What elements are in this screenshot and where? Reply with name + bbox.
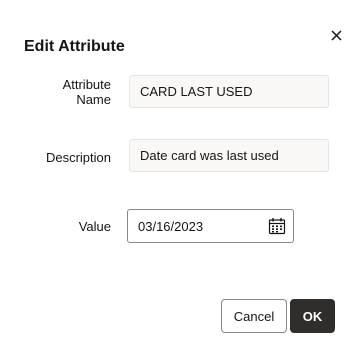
attribute-name-label-line2: Name (76, 92, 111, 107)
dialog-title: Edit Attribute (24, 38, 125, 55)
cancel-button[interactable]: Cancel (221, 299, 287, 333)
calendar-button[interactable] (268, 217, 286, 235)
value-date-field (127, 209, 294, 243)
description-label: Description (45, 150, 111, 165)
attribute-name-label-line1: Attribute (62, 77, 111, 92)
attribute-name-label: Attribute Name (63, 77, 111, 107)
calendar-icon (268, 218, 286, 235)
edit-attribute-dialog: Edit Attribute Attribute Name CARD LAST … (0, 0, 359, 358)
description-field: Date card was last used (129, 139, 329, 172)
ok-button[interactable]: OK (290, 299, 335, 333)
close-icon (330, 29, 342, 41)
value-date-input[interactable] (128, 211, 258, 241)
close-button[interactable] (326, 25, 346, 45)
attribute-name-field: CARD LAST USED (129, 75, 329, 108)
value-label: Value (78, 219, 111, 234)
